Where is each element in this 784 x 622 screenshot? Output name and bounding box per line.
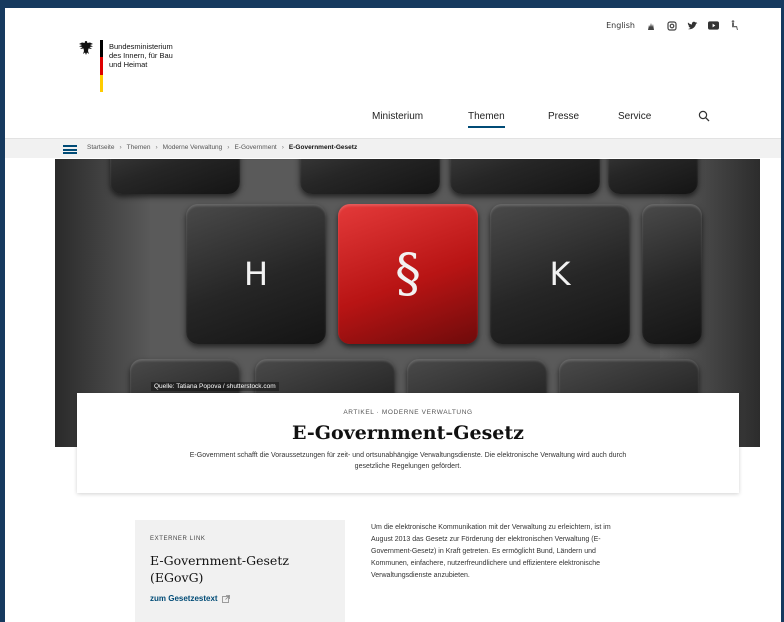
flag-gold	[100, 74, 103, 92]
instagram-icon[interactable]	[666, 20, 677, 31]
ministry-name-line3: und Heimat	[109, 60, 148, 69]
ministry-name-line1: Bundesministerium	[109, 42, 173, 51]
federal-eagle-icon	[79, 41, 93, 55]
keyboard-key-right	[642, 204, 702, 344]
keyboard-key-top-1	[110, 159, 240, 194]
external-link-label: EXTERNER LINK	[150, 536, 206, 542]
keyboard-key-h: H	[186, 204, 326, 344]
utility-bar: English	[606, 20, 740, 31]
breadcrumb-separator: ›	[227, 144, 230, 151]
language-link[interactable]: English	[606, 21, 635, 30]
breadcrumb-separator: ›	[119, 144, 122, 151]
window-frame-left	[0, 0, 5, 622]
image-caption: Quelle: Tatiana Popova / shutterstock.co…	[151, 382, 279, 391]
breadcrumb-moderne-verwaltung[interactable]: Moderne Verwaltung	[163, 144, 223, 151]
breadcrumb-bar: Startseite › Themen › Moderne Verwaltung › E-G…	[5, 138, 781, 158]
keyboard-key-paragraph: §	[338, 204, 478, 344]
article-kicker: ARTIKEL · MODERNE VERWALTUNG	[343, 409, 473, 416]
external-link-title: E-Government-Gesetz (EGovG)	[150, 553, 289, 585]
flag-red	[100, 57, 103, 75]
nav-item-presse[interactable]: Presse	[548, 111, 579, 122]
window-frame-top	[0, 0, 784, 8]
ministry-name: Bundesministerium des Innern, für Bau un…	[109, 42, 173, 92]
breadcrumb-current: E-Government-Gesetz	[288, 144, 358, 151]
nav-item-themen[interactable]: Themen	[468, 111, 505, 128]
menu-icon[interactable]	[63, 145, 77, 154]
external-link-box: EXTERNER LINK E-Government-Gesetz (EGovG…	[135, 520, 345, 622]
external-link-icon	[221, 594, 230, 603]
law-text-link[interactable]: zum Gesetzestext	[150, 594, 230, 603]
article-teaser: E-Government schafft die Voraussetzungen…	[189, 452, 627, 470]
flag-black	[100, 40, 103, 58]
ministry-logo[interactable]: Bundesministerium des Innern, für Bau un…	[78, 40, 173, 92]
ministry-name-line2: des Innern, für Bau	[109, 51, 173, 60]
law-text-link-label: zum Gesetzestext	[150, 594, 218, 603]
breadcrumb: Startseite › Themen › Moderne Verwaltung › E-G…	[87, 144, 357, 151]
key-label-paragraph: §	[395, 244, 421, 304]
breadcrumb-themen[interactable]: Themen	[127, 144, 151, 151]
key-label-k: K	[549, 255, 571, 293]
nav-item-ministerium[interactable]: Ministerium	[372, 111, 452, 122]
search-icon[interactable]	[698, 110, 710, 122]
keyboard-key-k: K	[490, 204, 630, 344]
sign-language-icon[interactable]	[645, 20, 656, 31]
keyboard-key-top-4	[608, 159, 698, 194]
breadcrumb-separator: ›	[155, 144, 158, 151]
key-label-h: H	[243, 255, 269, 293]
breadcrumb-startseite[interactable]: Startseite	[87, 144, 114, 151]
german-flag-stripe	[100, 40, 103, 92]
breadcrumb-e-government[interactable]: E-Government	[234, 144, 276, 151]
youtube-icon[interactable]	[708, 20, 719, 31]
breadcrumb-separator: ›	[281, 144, 284, 151]
accessibility-icon[interactable]	[729, 20, 740, 31]
article-header-card: ARTIKEL · MODERNE VERWALTUNG E-Governmen…	[77, 393, 739, 493]
keyboard-key-top-3	[450, 159, 600, 194]
article-body-text: Um die elektronische Kommunikation mit d…	[371, 524, 611, 579]
page-title: E-Government-Gesetz	[292, 422, 524, 444]
twitter-icon[interactable]	[687, 20, 698, 31]
keyboard-key-top-2	[300, 159, 440, 194]
nav-item-service[interactable]: Service	[618, 111, 651, 122]
